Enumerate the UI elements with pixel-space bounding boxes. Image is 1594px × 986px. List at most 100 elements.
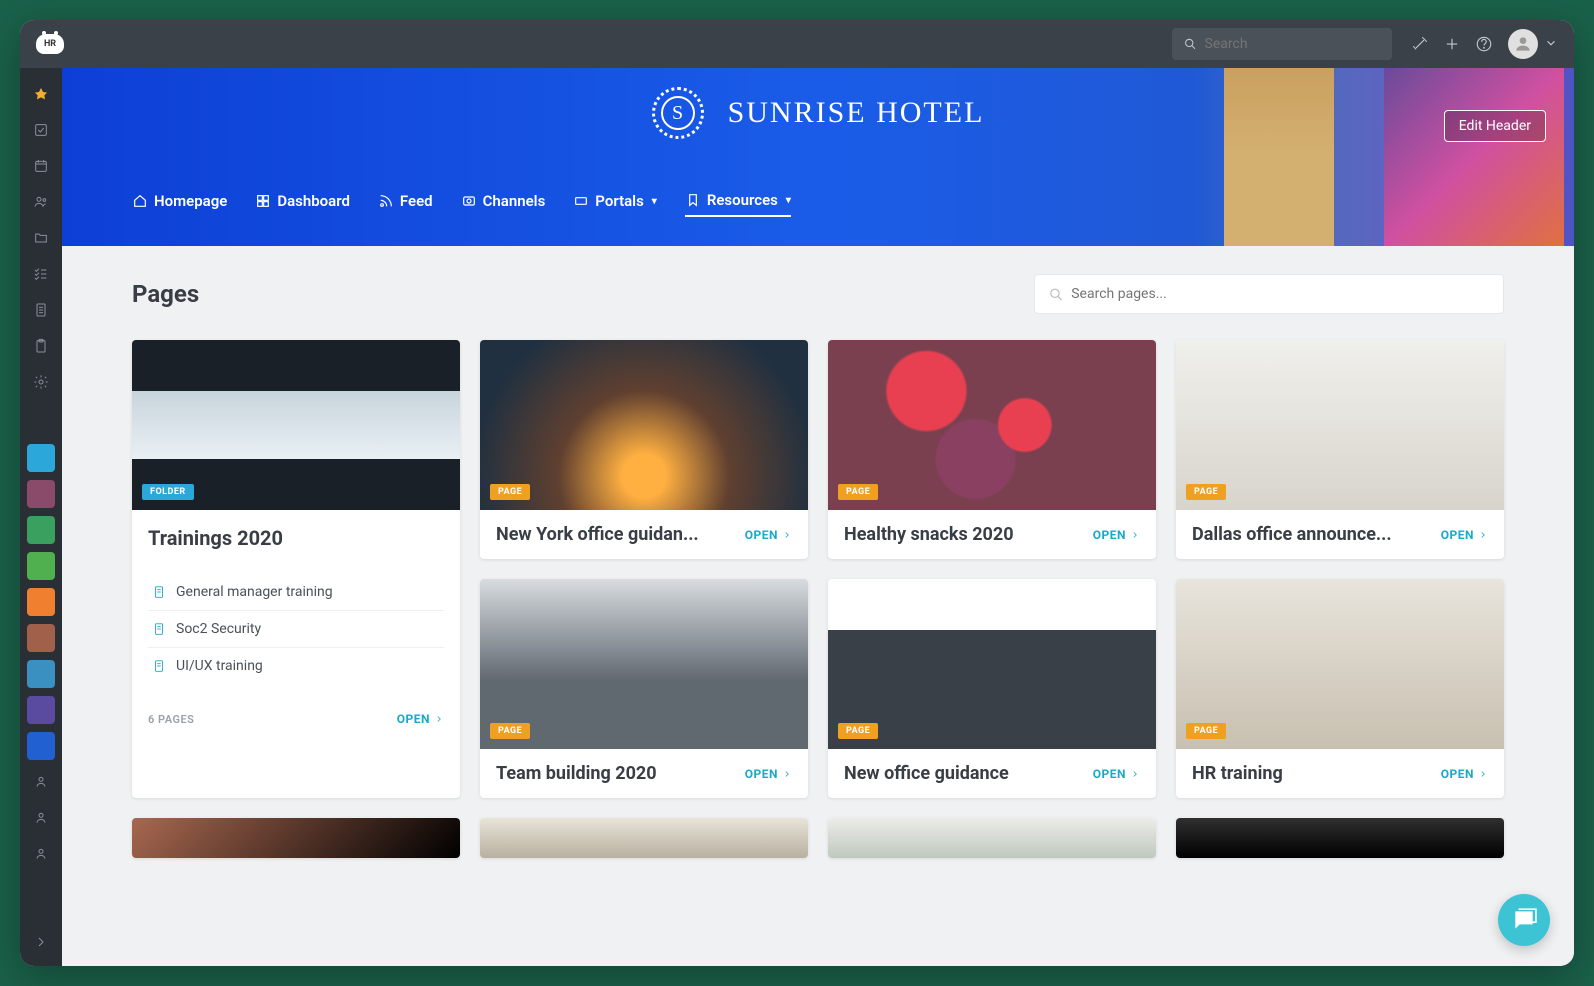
card-title: Healthy snacks 2020 [844, 524, 1083, 545]
hero-emblem-icon: S [652, 87, 704, 139]
home-icon [132, 193, 148, 209]
sidebar-app-9[interactable] [27, 732, 55, 760]
sidebar-app-2[interactable] [27, 480, 55, 508]
card-title: HR training [1192, 763, 1431, 784]
sidebar-app-4[interactable] [27, 552, 55, 580]
hr-badge-icon[interactable]: HR [36, 34, 64, 54]
bookmark-icon [685, 192, 701, 208]
sidebar-person3-icon[interactable] [27, 840, 55, 868]
sidebar-app-7[interactable] [27, 660, 55, 688]
feed-icon [378, 193, 394, 209]
card-title: Dallas office announce... [1192, 524, 1431, 545]
chat-bubble-button[interactable] [1498, 894, 1550, 946]
page-search[interactable] [1034, 274, 1504, 314]
sidebar-expand-icon[interactable] [27, 928, 55, 956]
sidebar-app-6[interactable] [27, 624, 55, 652]
page-card-partial[interactable] [132, 818, 460, 858]
sidebar-doc-icon[interactable] [27, 296, 55, 324]
page-card-partial[interactable] [480, 818, 808, 858]
help-icon[interactable] [1468, 28, 1500, 60]
page-card[interactable]: PAGE HR training OPEN [1176, 579, 1504, 798]
global-search[interactable] [1172, 28, 1392, 60]
page-badge: PAGE [838, 723, 878, 739]
sidebar-logo-icon[interactable] [27, 80, 55, 108]
topbar: HR [20, 20, 1574, 68]
nav-channels[interactable]: Channels [461, 186, 546, 216]
file-item[interactable]: UI/UX training [148, 648, 444, 684]
magic-wand-icon[interactable] [1404, 28, 1436, 60]
main-content: S SUNRISE HOTEL Edit Header Homepage Das… [62, 68, 1574, 966]
nav-feed[interactable]: Feed [378, 186, 433, 216]
nav-dashboard[interactable]: Dashboard [255, 186, 350, 216]
page-badge: PAGE [490, 723, 530, 739]
user-avatar[interactable] [1508, 29, 1538, 59]
page-card[interactable]: PAGE Dallas office announce... OPEN [1176, 340, 1504, 559]
sidebar-tasks-icon[interactable] [27, 260, 55, 288]
file-list: General manager training Soc2 Security UI/… [148, 574, 444, 684]
sidebar-person-icon[interactable] [27, 768, 55, 796]
page-badge: PAGE [1186, 723, 1226, 739]
sidebar-app-8[interactable] [27, 696, 55, 724]
open-link[interactable]: OPEN [1093, 767, 1140, 781]
grid-icon [255, 193, 271, 209]
card-title: New York office guidan... [496, 524, 735, 545]
channels-icon [461, 193, 477, 209]
page-card-partial[interactable] [1176, 818, 1504, 858]
folder-card[interactable]: FOLDER Trainings 2020 General manager tr… [132, 340, 460, 798]
file-label: Soc2 Security [176, 621, 261, 637]
page-badge: PAGE [838, 484, 878, 500]
card-image: PAGE [828, 579, 1156, 749]
page-count: 6 PAGES [148, 713, 194, 726]
page-badge: PAGE [490, 484, 530, 500]
chat-icon [1511, 907, 1537, 933]
sidebar-app-1[interactable] [27, 444, 55, 472]
card-image: PAGE [1176, 340, 1504, 510]
sidebar-folder-icon[interactable] [27, 224, 55, 252]
open-link[interactable]: OPEN [1441, 767, 1488, 781]
page-search-input[interactable] [1071, 286, 1489, 302]
page-card[interactable]: PAGE New office guidance OPEN [828, 579, 1156, 798]
file-label: UI/UX training [176, 658, 263, 674]
sidebar-settings-icon[interactable] [27, 368, 55, 396]
nav-portals[interactable]: Portals▾ [573, 186, 657, 216]
content-area: Pages FOLDER Trainings 2020 General mana… [62, 246, 1574, 898]
sidebar-check-icon[interactable] [27, 116, 55, 144]
card-image: PAGE [480, 579, 808, 749]
card-image [1176, 818, 1504, 858]
page-card[interactable]: PAGE Healthy snacks 2020 OPEN [828, 340, 1156, 559]
open-link[interactable]: OPEN [745, 767, 792, 781]
page-card-partial[interactable] [828, 818, 1156, 858]
body: S SUNRISE HOTEL Edit Header Homepage Das… [20, 68, 1574, 966]
sidebar [20, 68, 62, 966]
plus-icon[interactable] [1436, 28, 1468, 60]
page-card[interactable]: PAGE Team building 2020 OPEN [480, 579, 808, 798]
page-card[interactable]: PAGE New York office guidan... OPEN [480, 340, 808, 559]
sidebar-users-icon[interactable] [27, 188, 55, 216]
sidebar-app-3[interactable] [27, 516, 55, 544]
open-link[interactable]: OPEN [745, 528, 792, 542]
hero-header: S SUNRISE HOTEL Edit Header Homepage Das… [62, 68, 1574, 246]
open-link[interactable]: OPEN [1441, 528, 1488, 542]
nav-homepage[interactable]: Homepage [132, 186, 227, 216]
nav-resources[interactable]: Resources▾ [685, 185, 791, 217]
open-link[interactable]: OPEN [397, 712, 444, 726]
global-search-input[interactable] [1205, 36, 1380, 52]
user-menu-chevron-icon[interactable] [1544, 35, 1558, 54]
sidebar-calendar-icon[interactable] [27, 152, 55, 180]
open-link[interactable]: OPEN [1093, 528, 1140, 542]
card-title: Team building 2020 [496, 763, 735, 784]
sidebar-clipboard-icon[interactable] [27, 332, 55, 360]
sidebar-person2-icon[interactable] [27, 804, 55, 832]
edit-header-button[interactable]: Edit Header [1444, 110, 1546, 142]
folder-badge: FOLDER [142, 484, 194, 500]
card-image [828, 818, 1156, 858]
page-badge: PAGE [1186, 484, 1226, 500]
cards-grid: FOLDER Trainings 2020 General manager tr… [132, 340, 1504, 858]
nav-tabs: Homepage Dashboard Feed Channels [62, 176, 861, 226]
file-item[interactable]: Soc2 Security [148, 611, 444, 648]
search-icon [1184, 37, 1197, 51]
card-image: PAGE [828, 340, 1156, 510]
file-item[interactable]: General manager training [148, 574, 444, 611]
card-title: New office guidance [844, 763, 1083, 784]
sidebar-app-5[interactable] [27, 588, 55, 616]
